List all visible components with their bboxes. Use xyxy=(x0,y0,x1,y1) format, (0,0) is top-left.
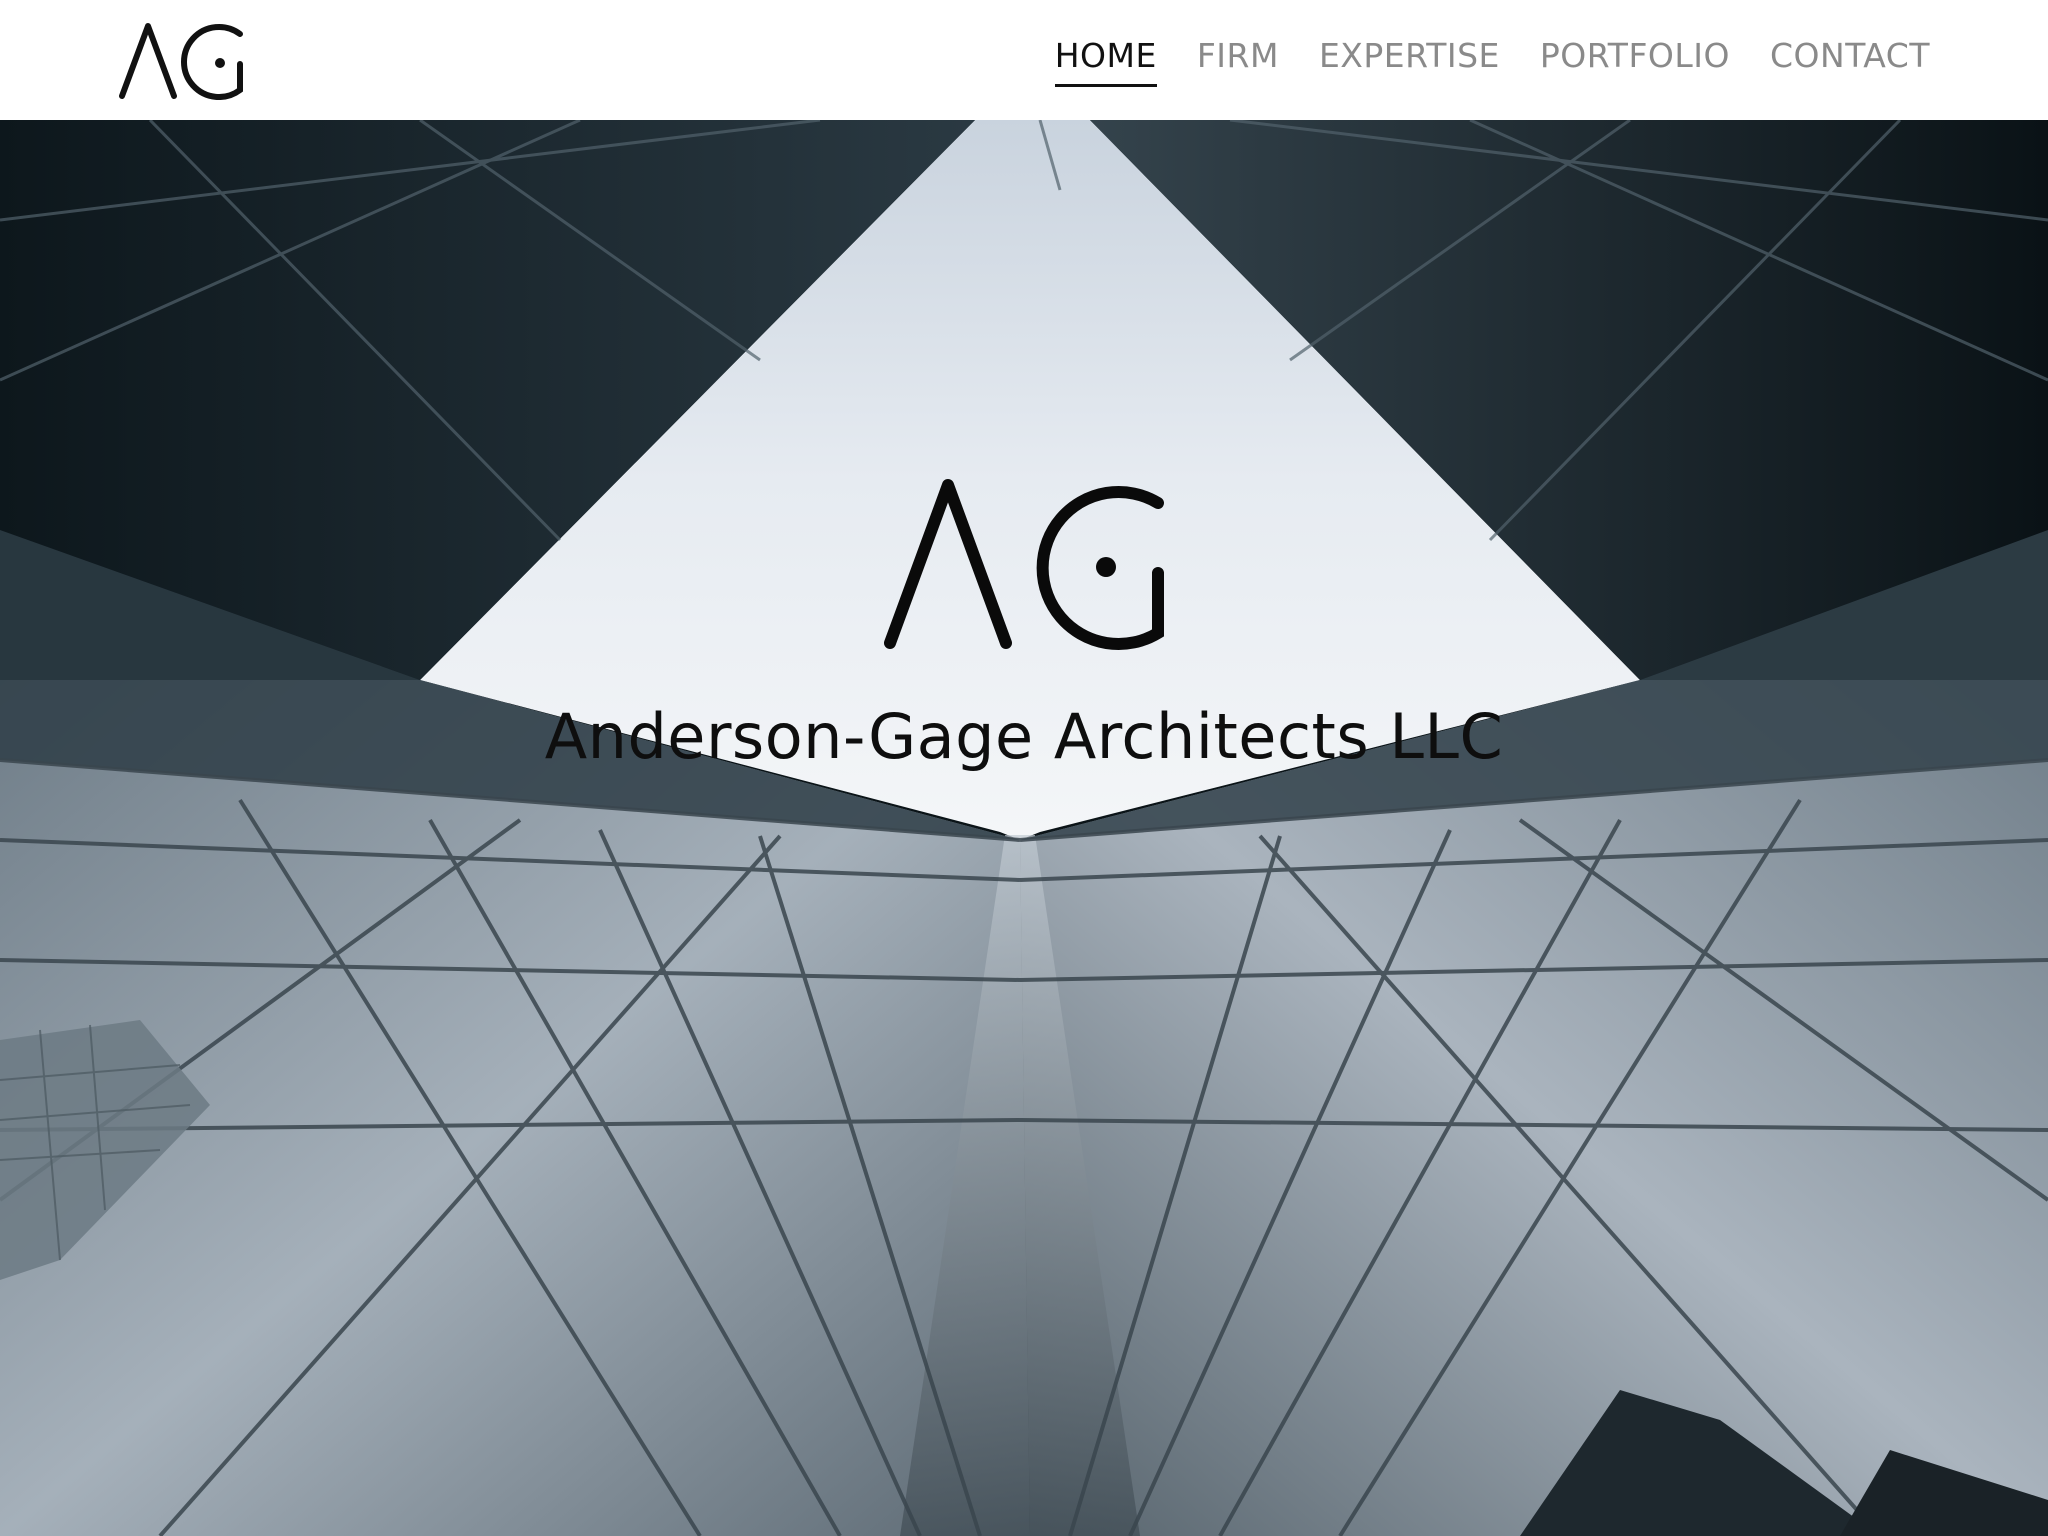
nav-expertise[interactable]: EXPERTISE xyxy=(1319,34,1500,87)
hero-title: Anderson-Gage Architects LLC xyxy=(544,700,1504,773)
nav-firm[interactable]: FIRM xyxy=(1197,34,1279,87)
nav-contact[interactable]: CONTACT xyxy=(1770,34,1930,87)
ag-logo-icon[interactable] xyxy=(118,20,248,100)
hero-background-image xyxy=(0,120,2048,1536)
nav-home[interactable]: HOME xyxy=(1054,34,1157,87)
nav-portfolio[interactable]: PORTFOLIO xyxy=(1540,34,1730,87)
site-header: HOME FIRM EXPERTISE PORTFOLIO CONTACT xyxy=(0,0,2048,120)
main-nav: HOME FIRM EXPERTISE PORTFOLIO CONTACT xyxy=(1015,36,1930,87)
hero-section: Anderson-Gage Architects LLC xyxy=(0,120,2048,1536)
ag-hero-logo-icon xyxy=(880,475,1170,655)
